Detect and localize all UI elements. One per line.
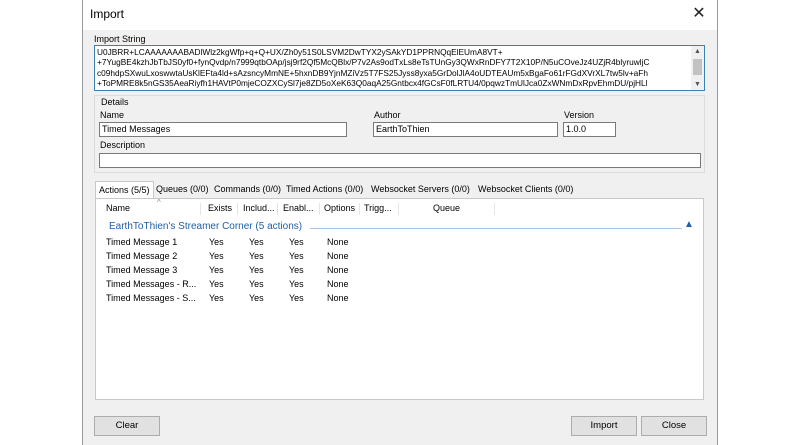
cell-name: Timed Message 1 — [106, 237, 178, 247]
table-row[interactable]: Timed Messages - S... Yes Yes Yes None — [96, 293, 703, 307]
cell-included: Yes — [249, 251, 264, 261]
chevron-up-icon[interactable]: ▲ — [684, 219, 694, 230]
cell-enabled: Yes — [289, 251, 304, 261]
cell-options: None — [327, 293, 349, 303]
table-row[interactable]: Timed Message 1 Yes Yes Yes None — [96, 237, 703, 251]
tab-queues[interactable]: Queues (0/0) — [153, 181, 212, 198]
import-string-text: U0JBRR+LCAAAAAAABADlWlz2kgWfp+q+Q+UX/Zh0… — [97, 47, 689, 89]
table-row[interactable]: Timed Message 3 Yes Yes Yes None — [96, 265, 703, 279]
close-icon[interactable]: ✕ — [689, 4, 709, 24]
description-field[interactable] — [99, 153, 701, 168]
col-divider[interactable] — [398, 203, 399, 215]
col-header-queue[interactable]: Queue — [433, 203, 460, 213]
cell-exists: Yes — [209, 251, 224, 261]
import-line: c09hdpSXwuLxoswwtaUsKlEFta4ld+sAzsncyMmN… — [97, 67, 648, 78]
details-legend: Details — [100, 97, 130, 107]
col-divider[interactable] — [200, 203, 201, 215]
window-title: Import — [90, 7, 125, 21]
description-label: Description — [100, 140, 146, 150]
cell-name: Timed Messages - S... — [106, 293, 196, 303]
cell-enabled: Yes — [289, 237, 304, 247]
cell-name: Timed Messages - R... — [106, 279, 197, 289]
group-header-label[interactable]: EarthToThien's Streamer Corner (5 action… — [109, 221, 302, 232]
col-divider[interactable] — [237, 203, 238, 215]
cell-options: None — [327, 265, 349, 275]
cell-included: Yes — [249, 237, 264, 247]
scroll-down-icon[interactable]: ▼ — [691, 79, 704, 90]
tab-timed-actions[interactable]: Timed Actions (0/0) — [283, 181, 366, 198]
table-row[interactable]: Timed Messages - R... Yes Yes Yes None — [96, 279, 703, 293]
col-divider[interactable] — [494, 203, 495, 215]
import-line: U0JBRR+LCAAAAAAABADlWlz2kgWfp+q+Q+UX/Zh0… — [97, 47, 503, 57]
col-header-exists[interactable]: Exists — [208, 203, 232, 213]
author-label: Author — [374, 110, 401, 120]
version-field[interactable]: 1.0.0 — [563, 122, 616, 137]
cell-exists: Yes — [209, 237, 224, 247]
col-divider[interactable] — [319, 203, 320, 215]
cell-exists: Yes — [209, 279, 224, 289]
import-button[interactable]: Import — [571, 416, 637, 436]
cell-exists: Yes — [209, 265, 224, 275]
tab-commands[interactable]: Commands (0/0) — [211, 181, 284, 198]
scroll-thumb[interactable] — [693, 59, 702, 75]
import-dialog: Import ✕ Import String U0JBRR+LCAAAAAAAB… — [82, 0, 718, 445]
clear-button[interactable]: Clear — [94, 416, 160, 436]
cell-name: Timed Message 2 — [106, 251, 178, 261]
import-string-label: Import String — [94, 34, 146, 44]
cell-included: Yes — [249, 265, 264, 275]
import-scrollbar[interactable]: ▲ ▼ — [691, 46, 704, 90]
close-button[interactable]: Close — [641, 416, 707, 436]
cell-options: None — [327, 237, 349, 247]
cell-included: Yes — [249, 279, 264, 289]
cell-name: Timed Message 3 — [106, 265, 178, 275]
col-header-options[interactable]: Options — [324, 203, 355, 213]
group-header-line — [310, 228, 682, 229]
tab-websocket-servers[interactable]: Websocket Servers (0/0) — [368, 181, 473, 198]
col-header-included[interactable]: Includ... — [243, 203, 275, 213]
col-header-triggers[interactable]: Trigg... — [364, 203, 392, 213]
cell-exists: Yes — [209, 293, 224, 303]
title-bar: Import ✕ — [83, 0, 717, 30]
author-field[interactable]: EarthToThien — [373, 122, 558, 137]
cell-enabled: Yes — [289, 265, 304, 275]
cell-options: None — [327, 251, 349, 261]
col-header-name[interactable]: Name — [106, 203, 130, 213]
cell-options: None — [327, 279, 349, 289]
import-line: +ToPMRE8k5nGS35AeaRiyfh1HAVtP0mjeCOZXCyS… — [97, 78, 648, 89]
col-divider[interactable] — [277, 203, 278, 215]
name-label: Name — [100, 110, 125, 120]
import-string-textarea[interactable]: U0JBRR+LCAAAAAAABADlWlz2kgWfp+q+Q+UX/Zh0… — [94, 45, 705, 91]
version-label: Version — [564, 110, 595, 120]
import-line: +7YugBE4kzhJbTbJS0yf0+fynQvdp/n7999qtbOA… — [97, 57, 650, 68]
col-header-enabled[interactable]: Enabl... — [283, 203, 314, 213]
cell-included: Yes — [249, 293, 264, 303]
sort-caret-icon: ^ — [157, 198, 161, 207]
cell-enabled: Yes — [289, 279, 304, 289]
scroll-up-icon[interactable]: ▲ — [691, 46, 704, 57]
name-field[interactable]: Timed Messages — [99, 122, 347, 137]
tab-websocket-clients[interactable]: Websocket Clients (0/0) — [475, 181, 576, 198]
cell-enabled: Yes — [289, 293, 304, 303]
table-row[interactable]: Timed Message 2 Yes Yes Yes None — [96, 251, 703, 265]
col-divider[interactable] — [359, 203, 360, 215]
actions-panel: ^ Name Exists Includ... Enabl... Options… — [95, 198, 704, 400]
